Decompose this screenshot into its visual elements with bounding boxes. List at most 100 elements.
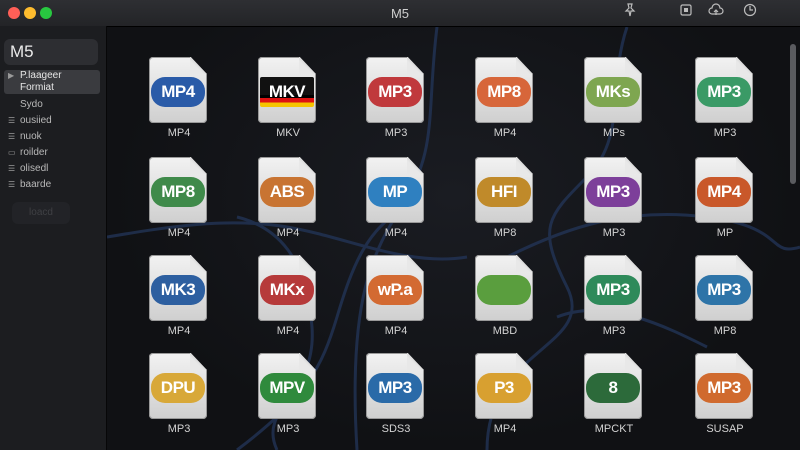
file-icon: MKs — [584, 57, 642, 123]
file-caption: MP4 — [167, 325, 191, 337]
file-item[interactable]: wP.a MP4 — [366, 255, 426, 345]
sidebar-item-ousiied[interactable]: ☰ ousiied — [4, 115, 100, 127]
sidebar-item-placeholder[interactable]: ▶ P.laageer Formiat — [4, 70, 100, 94]
pin-icon[interactable] — [620, 3, 640, 23]
file-item[interactable]: MKV MKV — [258, 57, 318, 147]
file-icon: MPV — [258, 353, 316, 419]
file-item[interactable]: MP4 MP4 — [149, 57, 209, 147]
page-fold — [190, 255, 207, 272]
file-item[interactable]: MP3 MP3 — [584, 255, 644, 345]
file-caption: MP3 — [384, 127, 408, 139]
file-item[interactable]: 8 MPCKT — [584, 353, 644, 443]
file-item[interactable]: HFI MP8 — [475, 157, 535, 247]
file-format-badge: 8 — [586, 373, 640, 403]
file-format-badge: MP3 — [586, 177, 640, 207]
file-caption: MP4 — [493, 423, 517, 435]
file-item[interactable]: MBD — [475, 255, 535, 345]
window-icon[interactable] — [676, 3, 696, 23]
page-fold — [190, 57, 207, 74]
sidebar-item-roilder[interactable]: ▭ roilder — [4, 147, 100, 159]
page-fold — [516, 353, 533, 370]
scrollbar[interactable] — [790, 30, 796, 440]
file-icon: HFI — [475, 157, 533, 223]
file-icon: DPU — [149, 353, 207, 419]
file-icon: MKx — [258, 255, 316, 321]
file-caption: MP4 — [276, 227, 300, 239]
file-format-badge: MPV — [260, 373, 314, 403]
monitor-icon: ▭ — [8, 148, 16, 157]
file-icon: wP.a — [366, 255, 424, 321]
list-icon: ☰ — [8, 132, 16, 141]
sidebar-item-nuok[interactable]: ☰ nuok — [4, 131, 100, 143]
sidebar: M5 ▶ P.laageer Formiat Sydo ☰ ousiied ☰ … — [0, 26, 107, 450]
file-format-badge: MP3 — [586, 275, 640, 305]
file-item[interactable]: MP8 MP4 — [475, 57, 535, 147]
page-fold — [516, 57, 533, 74]
file-caption: MP3 — [602, 227, 626, 239]
page-fold — [407, 57, 424, 74]
page-fold — [736, 353, 753, 370]
scrollbar-thumb[interactable] — [790, 44, 796, 184]
file-item[interactable]: MKx MP4 — [258, 255, 318, 345]
file-icon: MP3 — [584, 255, 642, 321]
file-item[interactable]: P3 MP4 — [475, 353, 535, 443]
disclosure-arrow-icon: ▶ — [8, 71, 15, 80]
sidebar-item-label: Formiat — [20, 82, 54, 93]
file-grid: MP4 MP4 MKV MKV MP3 MP3 MP8 MP4 MKs MPs MP3 MP3 MP8 M… — [107, 27, 800, 450]
file-item[interactable]: MKs MPs — [584, 57, 644, 147]
sidebar-title[interactable]: M5 — [4, 39, 98, 65]
file-caption: MP3 — [276, 423, 300, 435]
file-icon: P3 — [475, 353, 533, 419]
file-icon: MP3 — [366, 353, 424, 419]
page-fold — [299, 57, 316, 74]
file-format-badge: MP8 — [477, 77, 531, 107]
file-format-badge: MKV — [260, 77, 314, 107]
app-window: M5 M5 ▶ P.laageer Formiat Sydo ☰ ousiied… — [0, 0, 800, 450]
file-format-badge: HFI — [477, 177, 531, 207]
list-icon: ☰ — [8, 180, 16, 189]
page-fold — [190, 353, 207, 370]
file-format-badge: MKs — [586, 77, 640, 107]
page-fold — [299, 353, 316, 370]
file-item[interactable]: MP3 MP3 — [695, 57, 755, 147]
file-item[interactable]: MP3 MP3 — [366, 57, 426, 147]
cloud-upload-icon[interactable] — [706, 3, 726, 23]
page-fold — [736, 57, 753, 74]
file-icon: MP8 — [149, 157, 207, 223]
sidebar-item-sydo[interactable]: Sydo — [4, 99, 100, 111]
file-icon: MP3 — [695, 353, 753, 419]
file-item[interactable]: MPV MP3 — [258, 353, 318, 443]
sidebar-item-olisedl[interactable]: ☰ olisedl — [4, 163, 100, 175]
file-caption: MP4 — [384, 227, 408, 239]
sidebar-item-baarde[interactable]: ☰ baarde — [4, 179, 100, 191]
file-item[interactable]: DPU MP3 — [149, 353, 209, 443]
file-format-badge: DPU — [151, 373, 205, 403]
file-caption: MBD — [492, 325, 518, 337]
file-item[interactable]: MP3 MP8 — [695, 255, 755, 345]
power-icon[interactable] — [740, 3, 760, 23]
file-item[interactable]: MP3 MP3 — [584, 157, 644, 247]
file-icon: 8 — [584, 353, 642, 419]
sidebar-load-button[interactable]: loacd — [12, 202, 70, 224]
file-item[interactable]: MP3 SUSAP — [695, 353, 755, 443]
page-fold — [736, 157, 753, 174]
file-item[interactable]: MP8 MP4 — [149, 157, 209, 247]
file-item[interactable]: MP MP4 — [366, 157, 426, 247]
page-fold — [407, 255, 424, 272]
sidebar-item-label: ousiied — [20, 115, 52, 126]
file-icon: ABS — [258, 157, 316, 223]
file-item[interactable]: MP3 SDS3 — [366, 353, 426, 443]
file-item[interactable]: MP4 MP — [695, 157, 755, 247]
page-fold — [625, 255, 642, 272]
file-item[interactable]: MK3 MP4 — [149, 255, 209, 345]
file-item[interactable]: ABS MP4 — [258, 157, 318, 247]
file-format-badge: wP.a — [368, 275, 422, 305]
page-fold — [736, 255, 753, 272]
file-icon: MP8 — [475, 57, 533, 123]
file-icon: MP4 — [149, 57, 207, 123]
file-format-badge: MP3 — [368, 77, 422, 107]
list-icon: ☰ — [8, 116, 16, 125]
file-format-badge: MP3 — [697, 77, 751, 107]
title-bar[interactable]: M5 — [0, 0, 800, 27]
file-icon: MP3 — [695, 255, 753, 321]
